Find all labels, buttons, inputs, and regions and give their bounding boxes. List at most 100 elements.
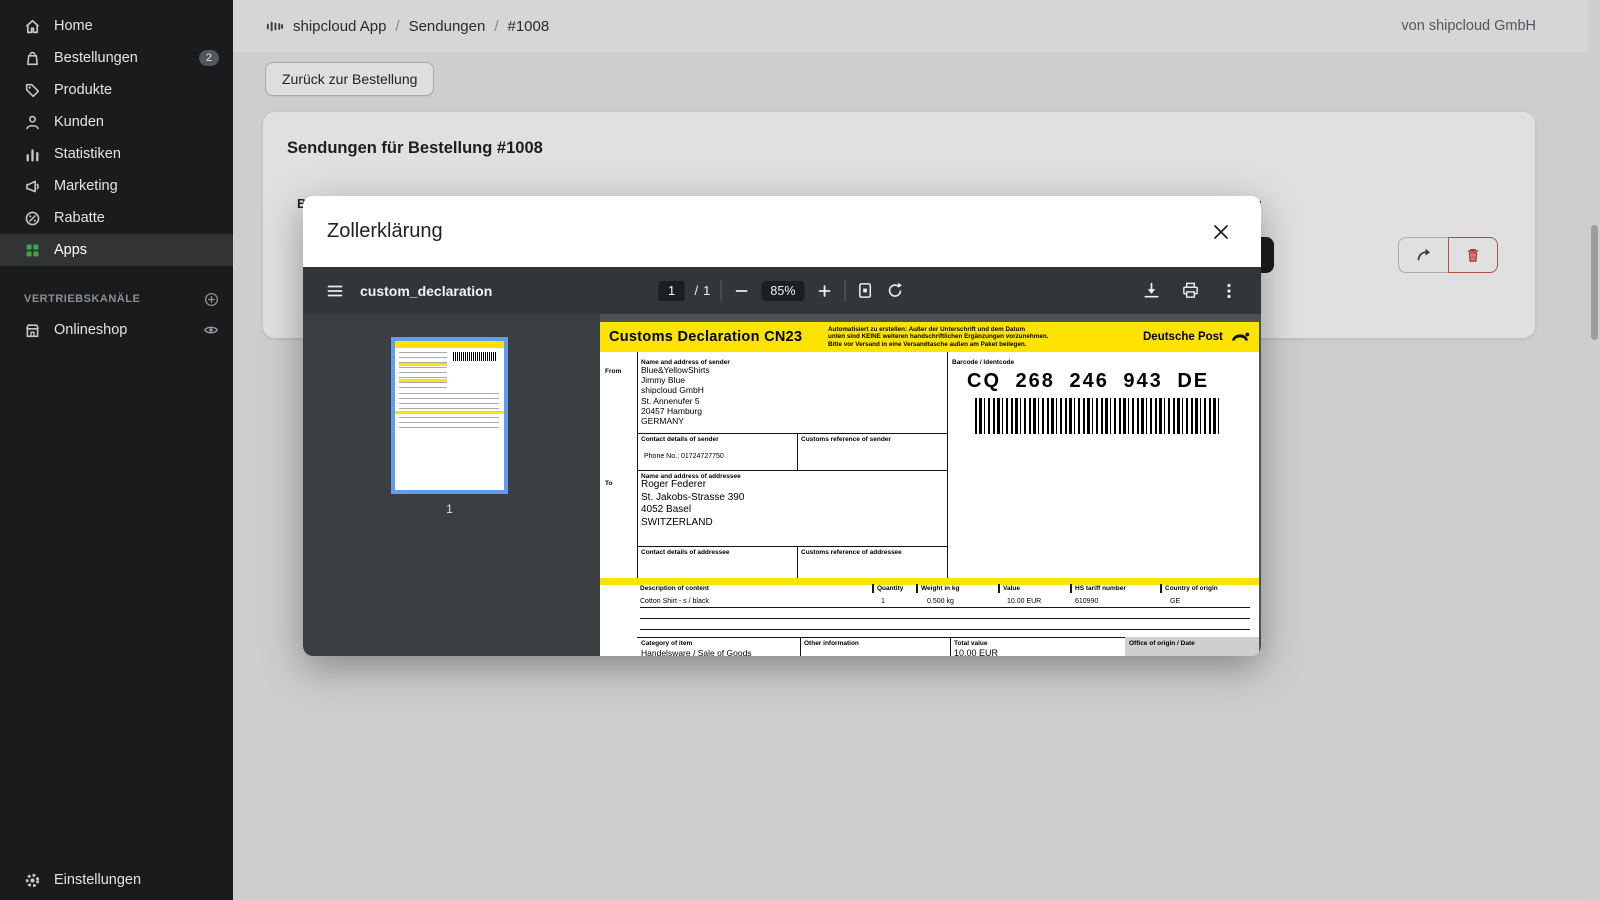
cn23-document: Customs Declaration CN23 Automatisiert z… (600, 322, 1259, 656)
print-icon (1181, 281, 1200, 300)
sidebar-item-statistiken[interactable]: Statistiken (0, 138, 233, 170)
cn23-category-value: Handelsware / Sale of Goods (641, 648, 752, 656)
zoom-level[interactable]: 85% (761, 281, 804, 301)
pdf-viewer-body: 1 Customs Declaration CN23 Automatisiert… (303, 314, 1261, 656)
zoom-in-button[interactable] (814, 281, 834, 301)
cn23-total-value-label: Total value (954, 640, 987, 647)
cn23-item-value: 10.00 EUR (1007, 598, 1041, 605)
plus-circle-icon (204, 292, 219, 307)
zoom-out-icon (733, 283, 749, 299)
settings-container: Einstellungen (0, 864, 233, 896)
cn23-identcode: CQ 268 246 943 DE (967, 370, 1209, 393)
pdf-document-title: custom_declaration (360, 283, 492, 299)
toolbar-divider (720, 280, 721, 301)
barcode-image (975, 398, 1220, 434)
cn23-sender-address: Blue&YellowShirts Jimmy Blue shipcloud G… (641, 365, 710, 426)
sidebar-nav: Home Bestellungen 2 Produkte Kunden Stat… (0, 0, 233, 266)
cn23-customs-ref-sender-label: Customs reference of sender (801, 436, 891, 443)
cn23-item-weight: 0.500 kg (927, 598, 954, 605)
sidebar-item-produkte[interactable]: Produkte (0, 74, 233, 106)
cn23-from-label: From (605, 368, 621, 375)
download-icon (1142, 281, 1161, 300)
pdf-page-view: Customs Declaration CN23 Automatisiert z… (600, 314, 1261, 656)
cn23-instructions: Automatisiert zu erstellen: Außer der Un… (828, 326, 1088, 348)
sidebar-item-label: Onlineshop (54, 322, 127, 338)
page-separator: / (695, 283, 699, 298)
cn23-sender-phone: Phone No.: 01724727750 (644, 453, 724, 460)
marketing-megaphone-icon (24, 178, 41, 195)
zoom-in-icon (816, 283, 832, 299)
orders-count-badge: 2 (199, 50, 219, 66)
cn23-office-label: Office of origin / Date (1129, 640, 1195, 647)
sidebar-item-label: Statistiken (54, 146, 121, 162)
cn23-col-value: Value (1003, 585, 1020, 592)
toolbar-divider (844, 280, 845, 301)
cn23-item-hs-number: 610990 (1075, 598, 1098, 605)
apps-grid-icon (24, 242, 41, 259)
more-vertical-icon (1220, 282, 1238, 300)
sidebar-item-label: Kunden (54, 114, 104, 130)
cn23-contact-addressee-label: Contact details of addressee (641, 549, 730, 556)
deutsche-post-posthorn-icon (1229, 326, 1251, 348)
orders-icon (24, 50, 41, 67)
sidebar-item-onlineshop[interactable]: Onlineshop (0, 314, 233, 346)
sales-channels-section: VERTRIEBSKANÄLE (0, 284, 233, 314)
deutsche-post-wordmark: Deutsche Post (1143, 331, 1223, 343)
sidebar-item-bestellungen[interactable]: Bestellungen 2 (0, 42, 233, 74)
cn23-contact-sender-label: Contact details of sender (641, 436, 719, 443)
thumbnail-panel: 1 (303, 314, 600, 656)
cn23-header-band: Customs Declaration CN23 Automatisiert z… (600, 322, 1259, 352)
sidebar-item-rabatte[interactable]: Rabatte (0, 202, 233, 234)
sidebar-item-label: Home (54, 18, 93, 34)
sidebar-item-einstellungen[interactable]: Einstellungen (0, 864, 233, 896)
cn23-to-label: To (605, 480, 612, 487)
add-channel-button[interactable] (204, 292, 219, 307)
cn23-barcode-label: Barcode / Identcode (952, 359, 1014, 366)
eye-icon (203, 322, 219, 338)
sidebar-item-label: Rabatte (54, 210, 105, 226)
sidebar-item-label: Produkte (54, 82, 112, 98)
discounts-percent-icon (24, 210, 41, 227)
modal-header: Zollerklärung (303, 196, 1261, 267)
sidebar-item-kunden[interactable]: Kunden (0, 106, 233, 138)
close-icon (1212, 223, 1230, 241)
page-total: 1 (703, 283, 710, 298)
sidebar-item-apps[interactable]: Apps (0, 234, 233, 266)
thumbnail-page-number: 1 (391, 502, 508, 516)
customs-declaration-modal: Zollerklärung custom_declaration 1 / 1 (303, 196, 1261, 656)
thumbnail-preview (395, 341, 504, 490)
sidebar-item-home[interactable]: Home (0, 10, 233, 42)
menu-button[interactable] (325, 281, 345, 301)
zoom-out-button[interactable] (731, 281, 751, 301)
menu-icon (326, 282, 344, 300)
pdf-toolbar: custom_declaration 1 / 1 85% (303, 267, 1261, 314)
cn23-item-description: Cotton Shirt - s / black (640, 598, 709, 605)
sidebar-item-label: Marketing (54, 178, 118, 194)
cn23-item-origin: GE (1170, 598, 1180, 605)
customers-icon (24, 114, 41, 131)
download-button[interactable] (1141, 281, 1161, 301)
sales-channels-label: VERTRIEBSKANÄLE (24, 293, 140, 305)
sidebar-item-marketing[interactable]: Marketing (0, 170, 233, 202)
cn23-title: Customs Declaration CN23 (609, 329, 802, 345)
gear-icon (24, 872, 41, 889)
preview-store-button[interactable] (203, 322, 219, 338)
sidebar-item-label: Bestellungen (54, 50, 138, 66)
home-icon (24, 18, 41, 35)
more-options-button[interactable] (1219, 281, 1239, 301)
page-thumbnail[interactable] (391, 337, 508, 494)
modal-close-button[interactable] (1205, 216, 1237, 248)
pdf-viewer: custom_declaration 1 / 1 85% (303, 267, 1261, 656)
page-number-input[interactable]: 1 (659, 281, 685, 301)
cn23-col-weight: Weight in kg (921, 585, 960, 592)
cn23-category-label: Category of item (641, 640, 692, 647)
sidebar: Home Bestellungen 2 Produkte Kunden Stat… (0, 0, 233, 900)
cn23-col-hs-number: HS tariff number (1075, 585, 1126, 592)
rotate-button[interactable] (885, 281, 905, 301)
sidebar-item-label: Einstellungen (54, 872, 141, 888)
print-button[interactable] (1180, 281, 1200, 301)
fit-page-button[interactable] (855, 281, 875, 301)
cn23-addressee-address: Roger Federer St. Jakobs-Strasse 390 405… (641, 479, 744, 529)
sidebar-item-label: Apps (54, 242, 87, 258)
cn23-col-description: Description of content (640, 585, 709, 592)
